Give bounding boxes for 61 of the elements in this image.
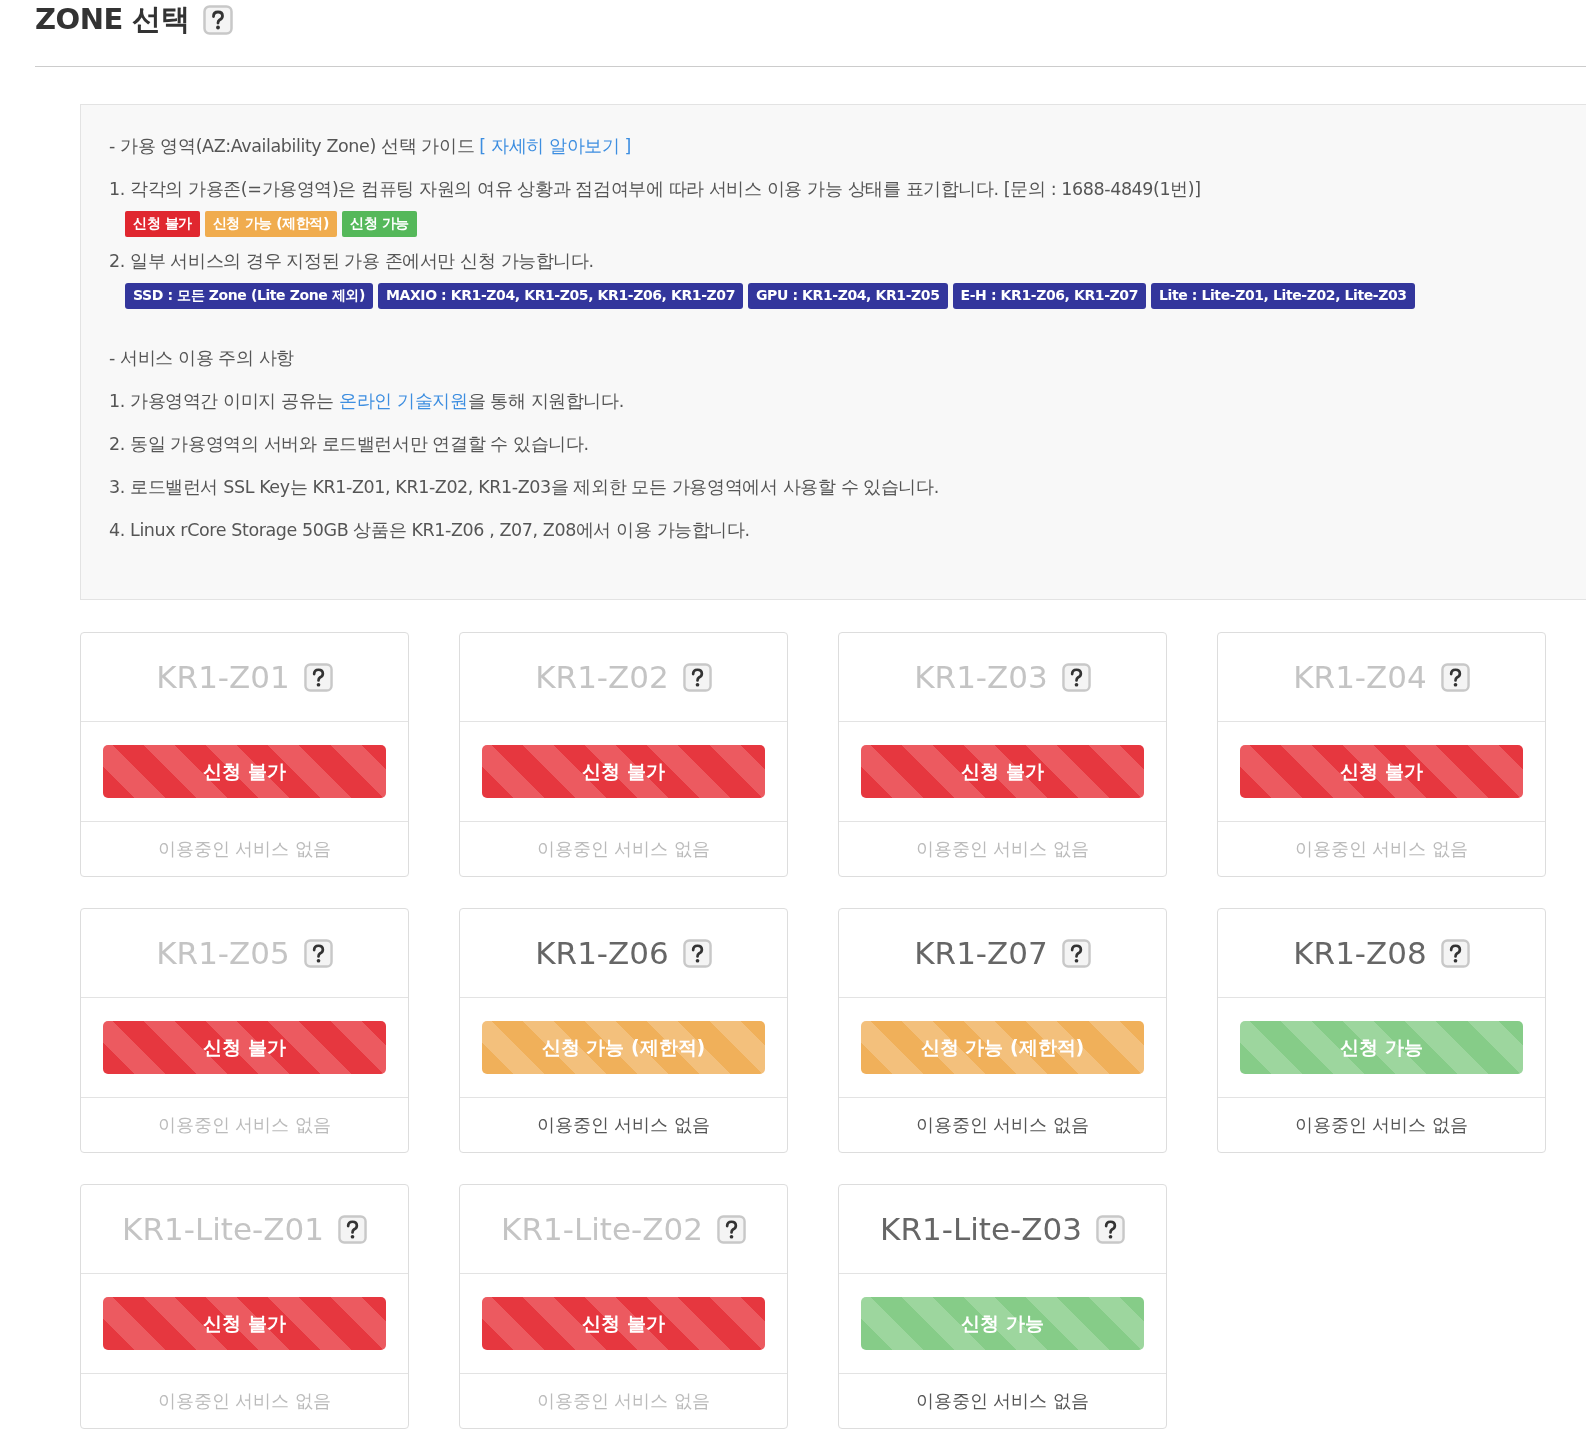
zone-name: KR1-Lite-Z01: [122, 1211, 324, 1247]
usage-text: 이용중인 서비스 없음: [915, 1389, 1090, 1413]
status-bar: 신청 가능: [1240, 1021, 1523, 1074]
status-bar: 신청 가능 (제한적): [861, 1021, 1144, 1074]
status-legend-tag: 신청 불가: [125, 211, 200, 237]
usage-text: 이용중인 서비스 없음: [1294, 837, 1469, 861]
usage-text: 이용중인 서비스 없음: [536, 1113, 711, 1137]
zone-name: KR1-Lite-Z02: [501, 1211, 703, 1247]
usage-text: 이용중인 서비스 없음: [915, 837, 1090, 861]
notice-text: 3. 로드밸런서 SSL Key는 KR1-Z01, KR1-Z02, KR1-Z03을 제외한 모든 가용영역에서 사용할 수 있습니다.: [109, 476, 940, 499]
help-icon[interactable]: [1440, 938, 1470, 968]
usage-text: 이용중인 서비스 없음: [157, 1389, 332, 1413]
service-tag: E-H : KR1-Z06, KR1-Z07: [952, 283, 1146, 309]
status-bar: 신청 가능 (제한적): [482, 1021, 765, 1074]
guide-text: 2. 일부 서비스의 경우 지정된 가용 존에서만 신청 가능합니다.: [109, 250, 595, 273]
status-bar: 신청 불가: [861, 745, 1144, 798]
status-bar: 신청 불가: [103, 1297, 386, 1350]
zone-name: KR1-Z02: [535, 659, 669, 695]
zone-name: KR1-Z08: [1293, 935, 1427, 971]
zone-name: KR1-Z05: [156, 935, 290, 971]
notice-text: 2. 동일 가용영역의 서버와 로드밸런서만 연결할 수 있습니다.: [109, 433, 590, 456]
status-bar: 신청 가능: [861, 1297, 1144, 1350]
status-bar: 신청 불가: [103, 745, 386, 798]
zone-name: KR1-Z06: [535, 935, 669, 971]
zone-name: KR1-Lite-Z03: [880, 1211, 1082, 1247]
page-title: ZONE 선택: [35, 1, 190, 38]
service-tag: SSD : 모든 Zone (Lite Zone 제외): [125, 283, 373, 309]
help-icon[interactable]: [203, 5, 234, 35]
zone-card[interactable]: KR1-Z07 신청 가능 (제한적) 이용중인 서비스 없음: [838, 908, 1167, 1153]
guide-text: 1. 각각의 가용존(=가용영역)은 컴퓨팅 자원의 여유 상황과 점검여부에 따라 서비스 이용 가능 상태를 표기합니다. [문의 : 1688-4849(1번)]: [109, 178, 1202, 201]
usage-text: 이용중인 서비스 없음: [536, 837, 711, 861]
notice-text: 4. Linux rCore Storage 50GB 상품은 KR1-Z06 , Z07, Z08에서 이용 가능합니다.: [109, 519, 751, 542]
status-bar: 신청 불가: [482, 745, 765, 798]
status-bar: 신청 불가: [103, 1021, 386, 1074]
tech-support-link[interactable]: 온라인 기술지원: [339, 391, 468, 411]
service-tag: Lite : Lite-Z01, Lite-Z02, Lite-Z03: [1151, 283, 1415, 309]
usage-text: 이용중인 서비스 없음: [915, 1113, 1090, 1137]
help-icon[interactable]: [682, 938, 712, 968]
notice-text: 1. 가용영역간 이미지 공유는 온라인 기술지원을 통해 지원합니다.: [109, 390, 625, 413]
status-bar: 신청 불가: [1240, 745, 1523, 798]
status-legend-tag: 신청 가능 (제한적): [204, 211, 338, 237]
usage-text: 이용중인 서비스 없음: [157, 1113, 332, 1137]
help-icon[interactable]: [1061, 938, 1091, 968]
zone-name: KR1-Z03: [914, 659, 1048, 695]
zone-card[interactable]: KR1-Z08 신청 가능 이용중인 서비스 없음: [1217, 908, 1546, 1153]
zone-card[interactable]: KR1-Z06 신청 가능 (제한적) 이용중인 서비스 없음: [459, 908, 788, 1153]
status-bar: 신청 불가: [482, 1297, 765, 1350]
zone-name: KR1-Z04: [1293, 659, 1427, 695]
zone-name: KR1-Z07: [914, 935, 1048, 971]
service-tag: MAXIO : KR1-Z04, KR1-Z05, KR1-Z06, KR1-Z07: [377, 283, 744, 309]
status-legend-tag: 신청 가능: [342, 211, 417, 237]
guide-heading: - 가용 영역(AZ:Availability Zone) 선택 가이드: [109, 136, 475, 156]
usage-text: 이용중인 서비스 없음: [157, 837, 332, 861]
learn-more-link[interactable]: [ 자세히 알아보기 ]: [479, 136, 631, 156]
usage-text: 이용중인 서비스 없음: [1294, 1113, 1469, 1137]
help-icon[interactable]: [1095, 1214, 1125, 1244]
zone-card[interactable]: KR1-Lite-Z03 신청 가능 이용중인 서비스 없음: [838, 1184, 1167, 1429]
usage-text: 이용중인 서비스 없음: [536, 1389, 711, 1413]
service-tag: GPU : KR1-Z04, KR1-Z05: [748, 283, 948, 309]
zone-name: KR1-Z01: [156, 659, 290, 695]
notice-heading: - 서비스 이용 주의 사항: [109, 347, 295, 370]
